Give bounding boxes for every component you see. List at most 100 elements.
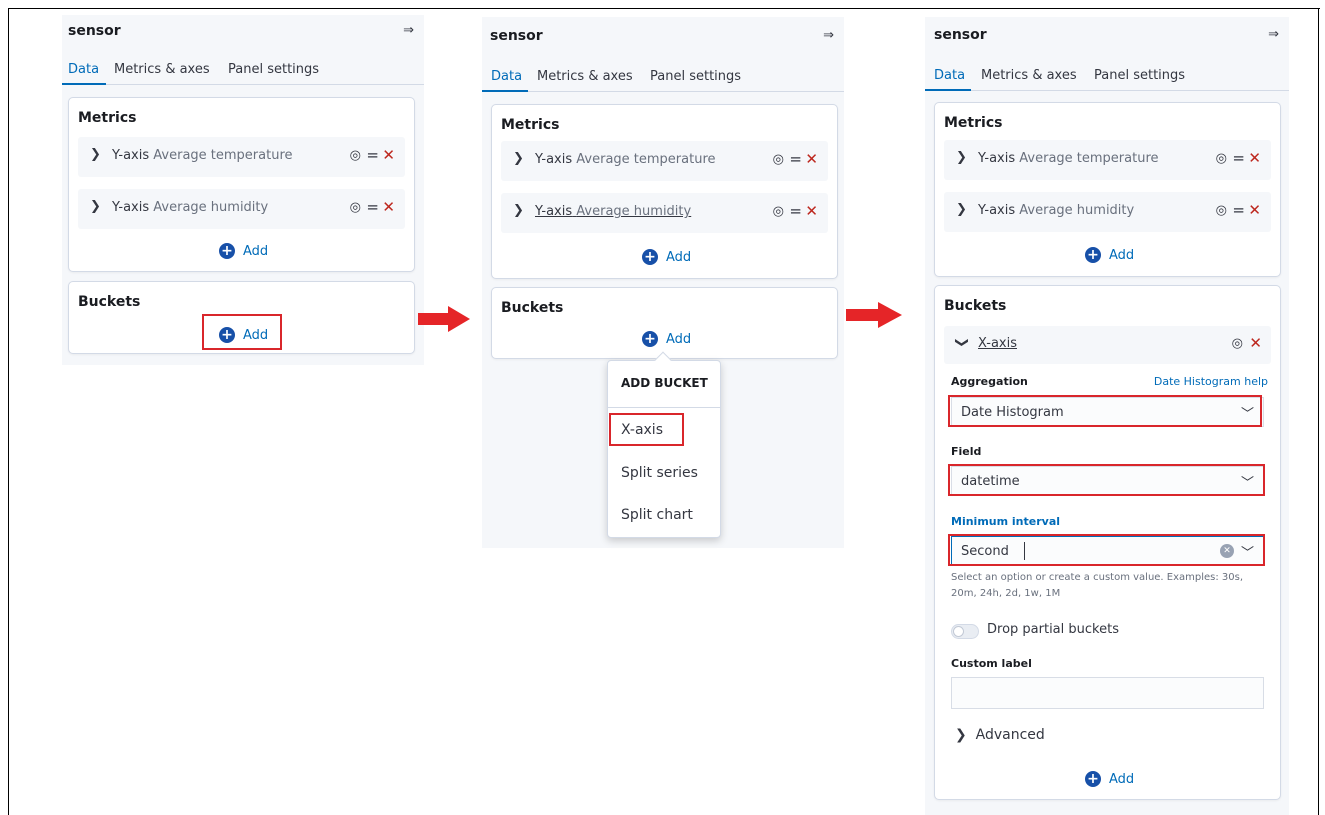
eye-icon[interactable]: ◎	[773, 204, 784, 219]
metric-row[interactable]: ❯ Y-axis Average temperature ◎ = ✕	[501, 141, 828, 181]
add-metric-button[interactable]: + Add	[1085, 247, 1134, 263]
tab-metrics-axes[interactable]: Metrics & axes	[981, 68, 1077, 83]
drop-partial-buckets-label: Drop partial buckets	[987, 622, 1119, 637]
metric-row[interactable]: ❯ Y-axis Average temperature ◎ = ✕	[78, 137, 405, 177]
tab-data[interactable]: Data	[68, 62, 99, 77]
eye-icon[interactable]: ◎	[350, 148, 361, 163]
chevron-right-icon[interactable]: ❯	[90, 199, 101, 214]
frame-border-left	[8, 8, 9, 815]
add-label: Add	[1109, 771, 1135, 787]
metrics-card: Metrics ❯ Y-axis Average temperature ◎ =…	[68, 97, 415, 272]
buckets-title: Buckets	[501, 300, 564, 316]
metric-row[interactable]: ❯ Y-axis Average humidity ◎ = ✕	[944, 192, 1271, 232]
toggle-knob	[953, 626, 964, 637]
metric-label: Y-axis Average humidity	[978, 203, 1135, 218]
close-icon[interactable]: ✕	[382, 146, 395, 164]
tab-panel-settings[interactable]: Panel settings	[650, 69, 741, 84]
date-histogram-help-link[interactable]: Date Histogram help	[1154, 375, 1268, 388]
add-metric-button[interactable]: + Add	[642, 249, 691, 265]
plus-circle-icon: +	[642, 249, 658, 265]
plus-circle-icon: +	[1085, 771, 1101, 787]
collapse-right-icon[interactable]: ⇒	[1268, 27, 1279, 42]
close-icon[interactable]: ✕	[805, 202, 818, 220]
close-icon[interactable]: ✕	[1249, 334, 1262, 352]
drag-handle-icon[interactable]: =	[366, 146, 379, 164]
tab-panel-settings[interactable]: Panel settings	[1094, 68, 1185, 83]
drag-handle-icon[interactable]: =	[789, 150, 802, 168]
add-bucket-button[interactable]: + Add	[1085, 771, 1134, 787]
drag-handle-icon[interactable]: =	[1232, 201, 1245, 219]
active-tab-underline	[482, 90, 528, 92]
add-metric-button[interactable]: + Add	[219, 243, 268, 259]
drag-handle-icon[interactable]: =	[789, 202, 802, 220]
bucket-name[interactable]: X-axis	[978, 336, 1017, 351]
add-bucket-button[interactable]: + Add	[642, 331, 691, 347]
highlight-box	[609, 413, 684, 446]
metrics-title: Metrics	[501, 117, 560, 133]
close-icon[interactable]: ✕	[1248, 149, 1261, 167]
aggregation-label: Aggregation	[951, 375, 1028, 388]
metrics-title: Metrics	[944, 115, 1003, 131]
add-bucket-menu: ADD BUCKET X-axis Split series Split cha…	[607, 351, 721, 538]
plus-circle-icon: +	[642, 331, 658, 347]
chevron-right-icon[interactable]: ❯	[513, 203, 524, 218]
collapse-right-icon[interactable]: ⇒	[823, 28, 834, 43]
metric-label: Y-axis Average humidity	[112, 200, 269, 215]
metric-label: Y-axis Average temperature	[112, 148, 293, 163]
highlight-box	[202, 314, 282, 350]
plus-circle-icon: +	[1085, 247, 1101, 263]
tab-data[interactable]: Data	[491, 69, 522, 84]
custom-label-input[interactable]	[951, 677, 1264, 709]
buckets-card: Buckets + Add	[491, 287, 838, 359]
metric-row[interactable]: ❯ Y-axis Average temperature ◎ = ✕	[944, 140, 1271, 180]
tab-metrics-axes[interactable]: Metrics & axes	[537, 69, 633, 84]
eye-icon[interactable]: ◎	[1232, 336, 1243, 351]
drop-partial-buckets-toggle[interactable]	[951, 624, 979, 639]
metric-label: Y-axis Average temperature	[535, 152, 716, 167]
tab-panel-settings[interactable]: Panel settings	[228, 62, 319, 77]
chevron-right-icon[interactable]: ❯	[513, 151, 524, 166]
close-icon[interactable]: ✕	[805, 150, 818, 168]
close-icon[interactable]: ✕	[382, 198, 395, 216]
arrow-right-icon	[418, 306, 470, 332]
advanced-label: Advanced	[975, 727, 1045, 743]
metric-label: Y-axis Average humidity	[535, 204, 692, 219]
custom-label-label: Custom label	[951, 657, 1032, 670]
editor-panel-step-1: sensor ⇒ Data Metrics & axes Panel setti…	[62, 15, 424, 365]
minimum-interval-label: Minimum interval	[951, 515, 1061, 528]
tab-data[interactable]: Data	[934, 68, 965, 83]
bucket-row-x-axis[interactable]: ❯ X-axis ◎ ✕	[944, 326, 1271, 364]
eye-icon[interactable]: ◎	[1216, 151, 1227, 166]
drag-handle-icon[interactable]: =	[366, 198, 379, 216]
add-label: Add	[1109, 247, 1135, 263]
plus-circle-icon: +	[219, 243, 235, 259]
panel-title: sensor	[934, 27, 987, 43]
eye-icon[interactable]: ◎	[350, 200, 361, 215]
collapse-right-icon[interactable]: ⇒	[403, 23, 414, 38]
chevron-right-icon[interactable]: ❯	[956, 150, 967, 165]
highlight-box	[948, 534, 1265, 566]
eye-icon[interactable]: ◎	[773, 152, 784, 167]
tab-bar: Data Metrics & axes Panel settings	[62, 59, 424, 85]
menu-item-split-chart[interactable]: Split chart	[621, 507, 693, 523]
chevron-down-icon[interactable]: ❯	[954, 337, 969, 348]
metrics-card: Metrics ❯ Y-axis Average temperature ◎ =…	[491, 104, 838, 279]
advanced-toggle[interactable]: ❯ Advanced	[955, 727, 1045, 743]
metric-row[interactable]: ❯ Y-axis Average humidity ◎ = ✕	[501, 193, 828, 233]
chevron-right-icon[interactable]: ❯	[956, 202, 967, 217]
metric-row[interactable]: ❯ Y-axis Average humidity ◎ = ✕	[78, 189, 405, 229]
add-label: Add	[243, 243, 269, 259]
field-label: Field	[951, 445, 982, 458]
add-label: Add	[666, 331, 692, 347]
metrics-card: Metrics ❯ Y-axis Average temperature ◎ =…	[934, 102, 1281, 277]
close-icon[interactable]: ✕	[1248, 201, 1261, 219]
panel-title: sensor	[490, 28, 543, 44]
menu-item-split-series[interactable]: Split series	[621, 465, 698, 481]
buckets-title: Buckets	[78, 294, 141, 310]
eye-icon[interactable]: ◎	[1216, 203, 1227, 218]
tab-metrics-axes[interactable]: Metrics & axes	[114, 62, 210, 77]
chevron-right-icon[interactable]: ❯	[90, 147, 101, 162]
frame-border-right	[1318, 8, 1319, 815]
tab-bar: Data Metrics & axes Panel settings	[925, 65, 1289, 91]
drag-handle-icon[interactable]: =	[1232, 149, 1245, 167]
